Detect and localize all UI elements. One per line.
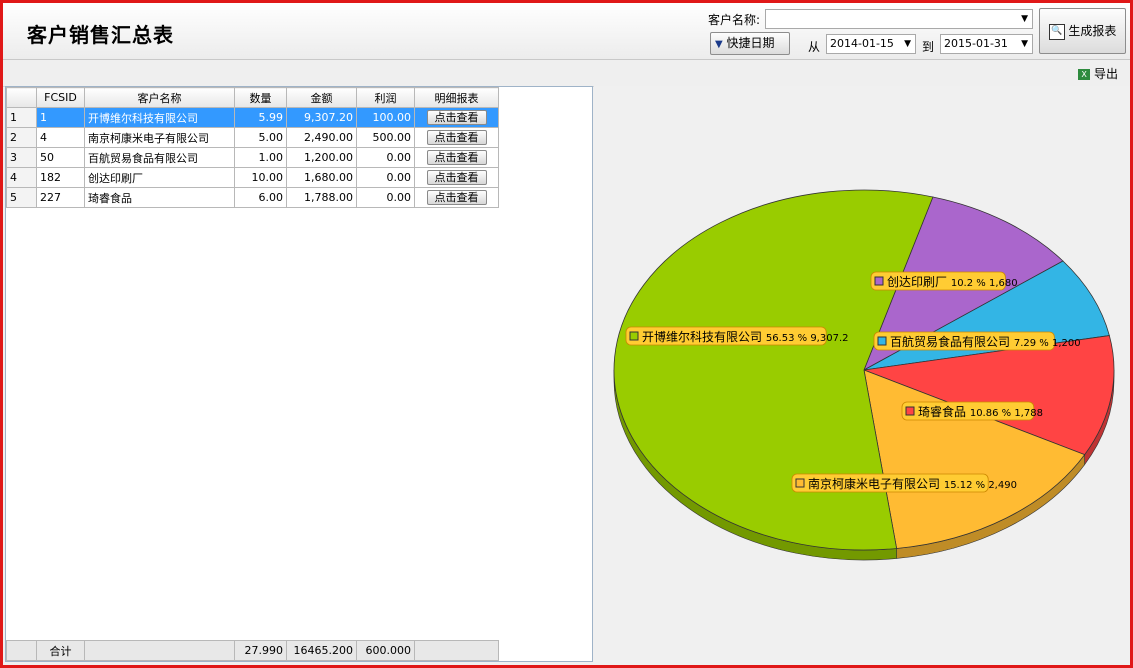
pie-label-swatch: [905, 406, 915, 416]
triangle-down-icon: ▼: [715, 39, 723, 50]
export-label: 导出: [1093, 67, 1118, 81]
column-header[interactable]: FCSID: [36, 87, 85, 108]
column-header[interactable]: 数量: [234, 87, 287, 108]
quantity-cell[interactable]: 1.00: [234, 147, 287, 168]
profit-cell[interactable]: 0.00: [356, 167, 415, 188]
pie-chart: 创达印刷厂 10.2 % 1,680 百航贸易食品有限公司 7.29 % 1,20…: [613, 189, 1115, 561]
from-label: 从: [808, 40, 821, 54]
to-date-picker[interactable]: 2015-01-31 ▼: [940, 34, 1033, 54]
column-header[interactable]: 客户名称: [84, 87, 235, 108]
generate-report-label: 生成报表: [1068, 24, 1117, 38]
page-title: 客户销售汇总表: [27, 23, 174, 47]
quantity-cell[interactable]: 5.00: [234, 127, 287, 148]
magnifier-report-icon: 🔍: [1048, 23, 1065, 40]
chevron-down-icon: ▼: [904, 39, 911, 49]
pie-label: 百航贸易食品有限公司 7.29 % 1,200: [873, 331, 1081, 351]
total-amount: 16465.200: [286, 640, 357, 661]
customer-name-cell[interactable]: 开博维尔科技有限公司: [84, 107, 235, 128]
customer-label: 客户名称:: [708, 13, 761, 27]
row-number: 5: [6, 187, 37, 208]
generate-report-button[interactable]: 🔍 生成报表: [1039, 8, 1126, 54]
pie-label-swatch: [877, 336, 887, 346]
pie-label-swatch: [629, 331, 639, 341]
pie-label-text: 创达印刷厂 10.2 % 1,680: [887, 275, 1018, 289]
amount-cell[interactable]: 1,200.00: [286, 147, 357, 168]
fcsid-cell[interactable]: 1: [36, 107, 85, 128]
from-date-value: 2014-01-15: [830, 37, 894, 50]
row-number: 3: [6, 147, 37, 168]
row-number: 1: [6, 107, 37, 128]
table-row[interactable]: 5 227 琦睿食品 6.00 1,788.00 0.00 点击查看: [6, 187, 499, 208]
table-header-row: FCSID 客户名称 数量 金额 利润 明细报表: [6, 87, 499, 108]
quantity-cell[interactable]: 10.00: [234, 167, 287, 188]
column-header[interactable]: 金额: [286, 87, 357, 108]
to-label: 到: [922, 40, 935, 54]
profit-cell[interactable]: 0.00: [356, 187, 415, 208]
excel-export-icon: X: [1078, 69, 1091, 80]
fcsid-cell[interactable]: 182: [36, 167, 85, 188]
pie-label-swatch: [874, 276, 884, 286]
column-header[interactable]: 利润: [356, 87, 415, 108]
quick-date-label: 快捷日期: [726, 36, 775, 50]
secondary-toolbar: X 导出: [3, 60, 1130, 87]
pie-label: 开博维尔科技有限公司 56.53 % 9,307.2: [625, 326, 848, 346]
table-row[interactable]: 2 4 南京柯康米电子有限公司 5.00 2,490.00 500.00 点击查…: [6, 127, 499, 148]
to-date-value: 2015-01-31: [944, 37, 1008, 50]
view-detail-button[interactable]: 点击查看: [426, 110, 487, 125]
amount-cell[interactable]: 1,788.00: [286, 187, 357, 208]
export-button[interactable]: X 导出: [1078, 65, 1118, 82]
pie-label: 南京柯康米电子有限公司 15.12 % 2,490: [791, 473, 1017, 493]
customer-name-cell[interactable]: 创达印刷厂: [84, 167, 235, 188]
customer-name-cell[interactable]: 琦睿食品: [84, 187, 235, 208]
fcsid-cell[interactable]: 50: [36, 147, 85, 168]
view-detail-button[interactable]: 点击查看: [426, 170, 487, 185]
amount-cell[interactable]: 1,680.00: [286, 167, 357, 188]
amount-cell[interactable]: 2,490.00: [286, 127, 357, 148]
row-number-header: [6, 87, 37, 108]
total-row: 合计 27.990 16465.200 600.000: [6, 640, 499, 661]
pie-label: 创达印刷厂 10.2 % 1,680: [870, 271, 1018, 291]
total-label: 合计: [36, 640, 85, 661]
table-row[interactable]: 1 1 开博维尔科技有限公司 5.99 9,307.20 100.00 点击查看: [6, 107, 499, 128]
chevron-down-icon: ▼: [1021, 39, 1028, 49]
total-profit: 600.000: [356, 640, 415, 661]
pie-label-swatch: [795, 478, 805, 488]
quick-date-button[interactable]: ▼ 快捷日期: [710, 32, 790, 55]
customer-select[interactable]: ▼: [765, 9, 1033, 29]
summary-table: FCSID 客户名称 数量 金额 利润 明细报表 1 1 开博维尔科技有限公司 …: [6, 87, 499, 208]
view-detail-button[interactable]: 点击查看: [426, 190, 487, 205]
view-detail-button[interactable]: 点击查看: [426, 150, 487, 165]
from-date-picker[interactable]: 2014-01-15 ▼: [826, 34, 916, 54]
profit-cell[interactable]: 0.00: [356, 147, 415, 168]
pie-label: 琦睿食品 10.86 % 1,788: [901, 401, 1043, 421]
profit-cell[interactable]: 100.00: [356, 107, 415, 128]
chevron-down-icon: ▼: [1021, 14, 1028, 24]
total-quantity: 27.990: [234, 640, 287, 661]
customer-name-cell[interactable]: 南京柯康米电子有限公司: [84, 127, 235, 148]
row-number: 2: [6, 127, 37, 148]
amount-cell[interactable]: 9,307.20: [286, 107, 357, 128]
fcsid-cell[interactable]: 227: [36, 187, 85, 208]
column-header[interactable]: 明细报表: [414, 87, 499, 108]
chart-panel: 创达印刷厂 10.2 % 1,680 百航贸易食品有限公司 7.29 % 1,20…: [594, 86, 1130, 662]
customer-name-cell[interactable]: 百航贸易食品有限公司: [84, 147, 235, 168]
table-row[interactable]: 3 50 百航贸易食品有限公司 1.00 1,200.00 0.00 点击查看: [6, 147, 499, 168]
fcsid-cell[interactable]: 4: [36, 127, 85, 148]
summary-grid: FCSID 客户名称 数量 金额 利润 明细报表 1 1 开博维尔科技有限公司 …: [5, 86, 593, 662]
table-row[interactable]: 4 182 创达印刷厂 10.00 1,680.00 0.00 点击查看: [6, 167, 499, 188]
quantity-cell[interactable]: 6.00: [234, 187, 287, 208]
report-header: 客户销售汇总表 客户名称: ▼ ▼ 快捷日期 从 2014-01-15 ▼ 到 …: [3, 3, 1130, 60]
quantity-cell[interactable]: 5.99: [234, 107, 287, 128]
table-footer: 合计 27.990 16465.200 600.000: [6, 640, 499, 661]
view-detail-button[interactable]: 点击查看: [426, 130, 487, 145]
row-number: 4: [6, 167, 37, 188]
profit-cell[interactable]: 500.00: [356, 127, 415, 148]
